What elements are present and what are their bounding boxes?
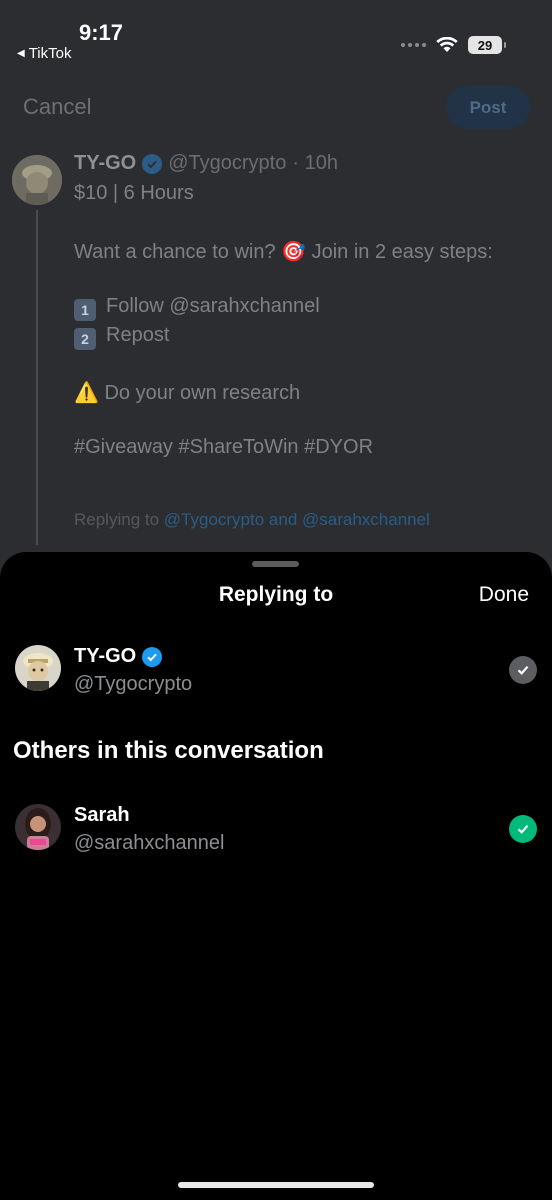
back-triangle-icon: ◀ <box>17 48 25 59</box>
tweet-author-name: TY-GO <box>74 152 137 174</box>
participant-handle: @sarahxchannel <box>74 832 225 854</box>
sheet-grabber[interactable] <box>252 561 299 567</box>
replying-to-targets[interactable]: @Tygocrypto and @sarahxchannel <box>164 510 430 529</box>
cellular-signal-icon <box>401 43 426 47</box>
thread-line <box>36 210 38 545</box>
account-name: TY-GO <box>74 645 137 667</box>
post-button[interactable]: Post <box>446 86 530 129</box>
checkmark-icon[interactable] <box>509 656 537 684</box>
replying-to-line[interactable]: Replying to @Tygocrypto and @sarahxchann… <box>74 510 430 530</box>
verified-badge-icon <box>142 646 163 667</box>
tweet-step-2: 2 Repost <box>74 324 169 350</box>
account-handle: @Tygocrypto <box>74 673 193 695</box>
home-indicator[interactable] <box>178 1182 374 1188</box>
avatar <box>15 804 61 850</box>
back-app-label: TikTok <box>28 45 72 62</box>
tweet-header: TY-GO @Tygocrypto · 10h <box>74 152 338 175</box>
tweet-avatar <box>12 155 62 205</box>
status-time: 9:17 <box>79 20 124 45</box>
step-1-text: Follow @sarahxchannel <box>106 295 320 317</box>
back-to-app-link[interactable]: ◀ TikTok <box>17 45 71 62</box>
checkmark-icon[interactable] <box>509 815 537 843</box>
tweet-step-1: 1 Follow @sarahxchannel <box>74 295 320 321</box>
verified-badge-icon <box>142 153 163 174</box>
status-indicators: 29 <box>401 36 506 54</box>
battery-level: 29 <box>477 37 493 53</box>
tweet-hashtags: #Giveaway #ShareToWin #DYOR <box>74 436 374 458</box>
tweet-author-handle: @Tygocrypto <box>168 152 287 174</box>
participant-name: Sarah <box>74 804 130 826</box>
tweet-text-line: Want a chance to win? 🎯 Join in 2 easy s… <box>74 241 493 263</box>
replying-to-prefix: Replying to <box>74 510 164 529</box>
wifi-icon <box>436 37 458 52</box>
done-button[interactable]: Done <box>479 583 529 607</box>
cancel-button[interactable]: Cancel <box>23 94 91 120</box>
others-section-title: Others in this conversation <box>13 737 324 764</box>
tweet-warning-line: ⚠️ Do your own research <box>74 382 301 404</box>
tweet-time: · 10h <box>292 152 338 174</box>
tweet-text-line: $10 | 6 Hours <box>74 182 194 204</box>
avatar <box>15 645 61 691</box>
account-name-row: TY-GO <box>74 645 163 668</box>
battery-icon: 29 <box>468 36 506 54</box>
step-2-text: Repost <box>106 324 170 346</box>
sheet-title: Replying to <box>218 583 334 606</box>
keycap-two-icon: 2 <box>74 328 96 350</box>
keycap-one-icon: 1 <box>74 299 96 321</box>
